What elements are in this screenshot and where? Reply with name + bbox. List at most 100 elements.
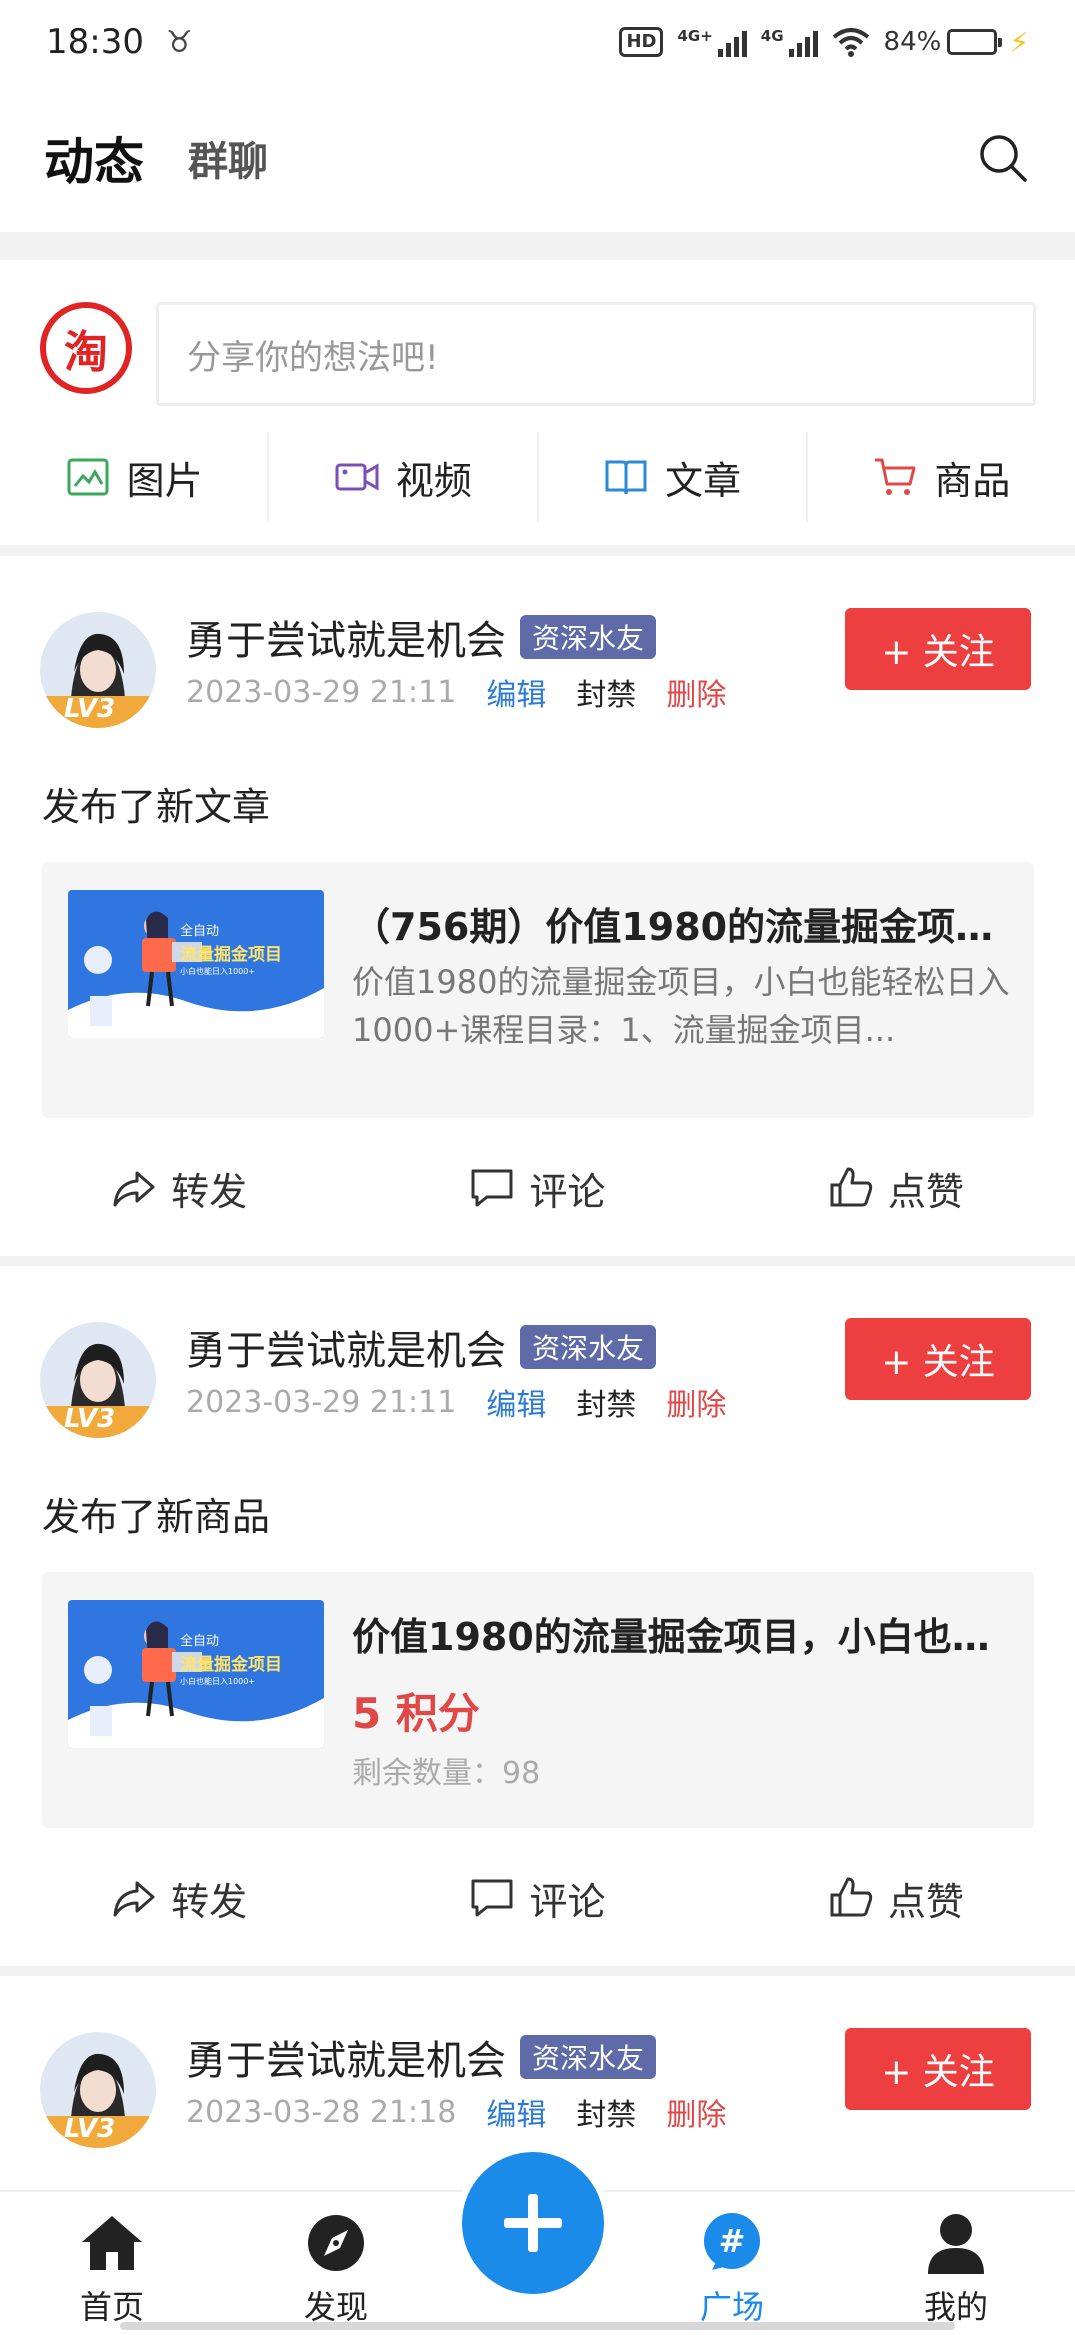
media-article-label: 文章	[665, 458, 742, 503]
share-button[interactable]: 转发	[0, 1858, 358, 1938]
thumb-text-3: 小白也能日入1000+	[180, 967, 256, 976]
post-meta: 2023-03-29 21:11 编辑 封禁 删除	[186, 670, 726, 714]
media-image-button[interactable]: 图片	[0, 432, 270, 522]
post-text: 发布了新商品	[42, 1495, 271, 1539]
hashtag-glyph: #	[719, 2222, 746, 2260]
media-product-label: 商品	[934, 458, 1011, 503]
article-icon	[605, 460, 647, 495]
nav-discover[interactable]: 发现	[266, 2210, 406, 2328]
video-icon	[335, 463, 379, 491]
author-row: 勇于尝试就是机会 资深水友	[186, 2028, 657, 2086]
media-article-button[interactable]: 文章	[539, 432, 808, 522]
ban-link[interactable]: 封禁	[576, 670, 636, 714]
battery-indicator: 84% ⚡	[884, 26, 1029, 59]
author-name[interactable]: 勇于尝试就是机会	[186, 1318, 506, 1376]
charging-icon: ⚡	[1009, 25, 1029, 59]
home-icon	[82, 2216, 142, 2270]
like-button[interactable]: 点赞	[717, 1858, 1075, 1938]
delete-link[interactable]: 删除	[666, 670, 726, 714]
signal-icon-1: 4G+	[677, 27, 747, 57]
media-video-label: 视频	[395, 458, 472, 503]
create-post-button[interactable]	[456, 2146, 610, 2300]
rank-badge: 资深水友	[520, 615, 657, 659]
post-composer: 淘 分享你的想法吧! 图片 视频 文章 商品	[0, 260, 1075, 545]
share-button[interactable]: 转发	[0, 1148, 358, 1228]
battery-icon	[947, 29, 1003, 55]
plus-icon	[504, 2194, 562, 2252]
status-time: 18:30	[46, 22, 144, 62]
delete-link[interactable]: 删除	[666, 2090, 726, 2134]
avatar[interactable]: LV3	[40, 612, 156, 728]
comment-button[interactable]: 评论	[358, 1858, 716, 1938]
media-image-label: 图片	[126, 458, 203, 503]
like-button[interactable]: 点赞	[717, 1148, 1075, 1228]
comment-icon	[471, 1879, 513, 1917]
article-card[interactable]: 全自动 流量掘金项目 小白也能日入1000+ （756期）价值1980的流量掘金…	[42, 862, 1034, 1118]
ban-link[interactable]: 封禁	[576, 2090, 636, 2134]
feed-post: LV3 勇于尝试就是机会 资深水友 2023-03-29 21:11 编辑 封禁…	[0, 556, 1075, 1256]
follow-button[interactable]: + 关注	[845, 2028, 1031, 2110]
rank-badge: 资深水友	[520, 2035, 657, 2079]
fab-circle	[462, 2152, 604, 2294]
wifi-icon	[832, 28, 869, 57]
follow-button[interactable]: + 关注	[845, 1318, 1031, 1400]
follow-button[interactable]: + 关注	[845, 608, 1031, 690]
comment-label: 评论	[529, 1879, 606, 1924]
article-title: （756期）价值1980的流量掘金项目，小白也能轻松日入1000+	[352, 905, 1012, 949]
author-name[interactable]: 勇于尝试就是机会	[186, 608, 506, 666]
product-price: 5 积分	[352, 1689, 480, 1738]
hashtag-icon: #	[704, 2213, 760, 2270]
delete-link[interactable]: 删除	[666, 1380, 726, 1424]
article-description: 价值1980的流量掘金项目，小白也能轻松日入1000+课程目录：1、流量掘金项目…	[352, 963, 1010, 1049]
like-icon	[830, 1877, 872, 1917]
thumb-text-1: 全自动	[180, 924, 220, 939]
logo-text: 淘	[64, 327, 108, 378]
edit-link[interactable]: 编辑	[486, 670, 546, 714]
user-icon	[928, 2214, 984, 2274]
cart-icon	[875, 458, 916, 495]
media-product-button[interactable]: 商品	[808, 432, 1075, 522]
share-icon	[113, 1171, 155, 1207]
ban-link[interactable]: 封禁	[576, 1380, 636, 1424]
article-thumbnail: 全自动 流量掘金项目 小白也能日入1000+	[68, 890, 324, 1038]
comment-icon	[471, 1169, 513, 1207]
thumb-text-1: 全自动	[180, 1634, 220, 1649]
share-label: 转发	[171, 1879, 248, 1924]
feed-post: LV3 勇于尝试就是机会 资深水友 2023-03-29 21:11 编辑 封禁…	[0, 1266, 1075, 1966]
comment-button[interactable]: 评论	[358, 1148, 716, 1228]
battery-percent: 84%	[883, 27, 942, 57]
post-date: 2023-03-29 21:11	[186, 1384, 457, 1420]
edit-link[interactable]: 编辑	[486, 1380, 546, 1424]
level-badge: LV3	[64, 1404, 116, 1434]
app-screen: 18:30 ♉ HD 4G+ 4G 84% ⚡ 动态 群聊 淘 分享你的想法吧!…	[0, 0, 1075, 2335]
home-indicator	[120, 2322, 955, 2330]
product-card[interactable]: 全自动 流量掘金项目 小白也能日入1000+ 价值1980的流量掘金项目，小白也…	[42, 1572, 1034, 1828]
share-label: 转发	[171, 1169, 248, 1214]
search-icon[interactable]	[975, 130, 1031, 186]
avatar[interactable]: LV3	[40, 1322, 156, 1438]
post-date: 2023-03-28 21:18	[186, 2094, 457, 2130]
thumb-text-3: 小白也能日入1000+	[180, 1677, 256, 1686]
nav-square[interactable]: # 广场	[662, 2210, 802, 2328]
nav-mine[interactable]: 我的	[886, 2210, 1026, 2328]
tab-group-chat[interactable]: 群聊	[188, 129, 268, 187]
thumb-text-2: 流量掘金项目	[180, 1655, 282, 1675]
tab-dynamics[interactable]: 动态	[44, 122, 144, 194]
signal-icon-2: 4G	[761, 27, 818, 57]
post-meta: 2023-03-29 21:11 编辑 封禁 删除	[186, 1380, 726, 1424]
share-thought-input[interactable]: 分享你的想法吧!	[156, 302, 1036, 406]
comment-label: 评论	[529, 1169, 606, 1214]
media-video-button[interactable]: 视频	[269, 432, 539, 522]
edit-link[interactable]: 编辑	[486, 2090, 546, 2134]
author-name[interactable]: 勇于尝试就是机会	[186, 2028, 506, 2086]
nav-home[interactable]: 首页	[42, 2210, 182, 2328]
image-icon	[67, 458, 109, 496]
status-indicators: HD 4G+ 4G 84% ⚡	[619, 26, 1029, 59]
author-row: 勇于尝试就是机会 资深水友	[186, 1318, 657, 1376]
post-actions: 转发 评论 点赞	[0, 1858, 1075, 1938]
network-label-1: 4G+	[677, 27, 713, 45]
avatar[interactable]: LV3	[40, 2032, 156, 2148]
top-header: 动态 群聊	[0, 84, 1075, 232]
product-thumbnail: 全自动 流量掘金项目 小白也能日入1000+	[68, 1600, 324, 1748]
media-type-row: 图片 视频 文章 商品	[0, 432, 1075, 522]
